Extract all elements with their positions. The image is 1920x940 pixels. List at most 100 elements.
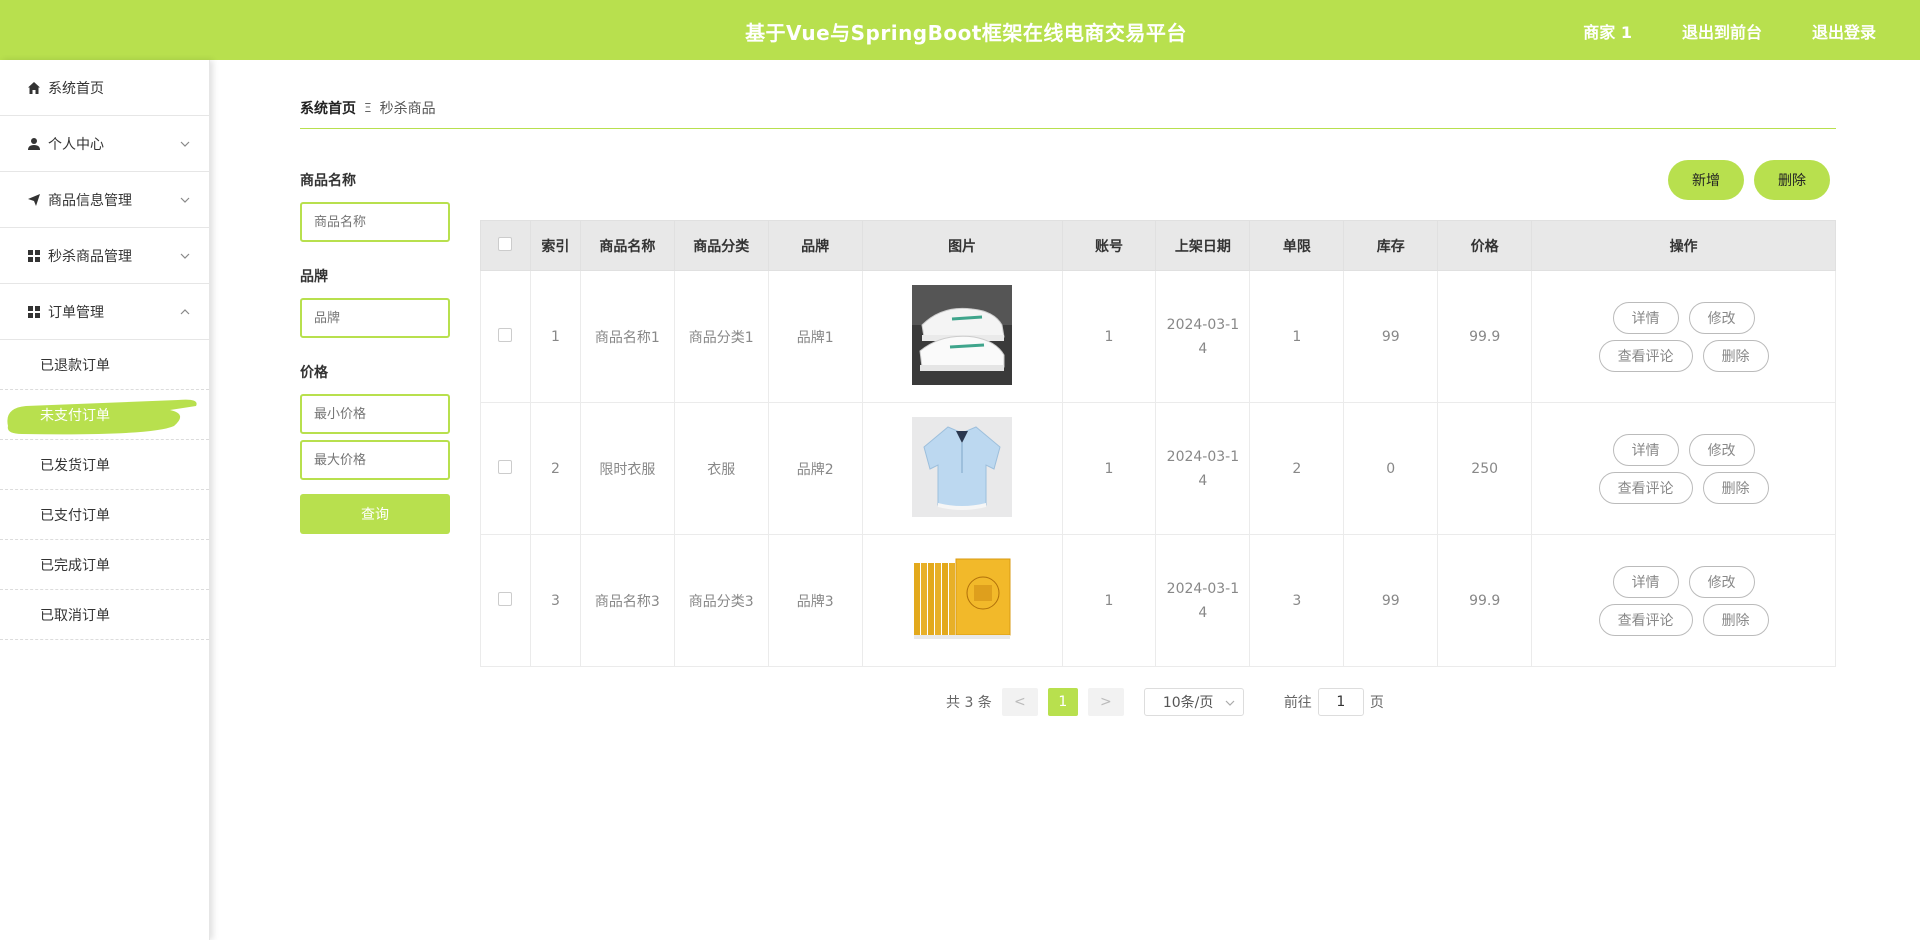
table-header-row: 索引 商品名称 商品分类 品牌 图片 账号 上架日期 单限 库存 价格 操作 <box>480 220 1836 271</box>
cell-account: 1 <box>1061 270 1157 403</box>
product-name-input[interactable] <box>300 202 450 242</box>
breadcrumb-home[interactable]: 系统首页 <box>300 98 356 118</box>
grid-icon <box>26 248 42 264</box>
select-all-checkbox[interactable] <box>498 236 513 251</box>
cell-account: 1 <box>1061 534 1157 667</box>
date-text: 2024-03-14 <box>1166 580 1240 621</box>
cell-date: 2024-03-14 <box>1155 270 1251 403</box>
brand-input[interactable] <box>300 298 450 338</box>
column-header: 品牌 <box>767 220 863 271</box>
sidebar-item-label: 订单管理 <box>48 304 104 321</box>
row-delete-button[interactable]: 删除 <box>1702 339 1769 372</box>
cell-limit: 1 <box>1249 270 1345 403</box>
sidebar-subitem-paid-orders[interactable]: 已支付订单 <box>0 490 209 540</box>
column-header: 商品名称 <box>579 220 675 271</box>
column-header: 单限 <box>1249 220 1345 271</box>
edit-button[interactable]: 修改 <box>1688 433 1755 466</box>
cell-name: 商品名称3 <box>579 534 675 667</box>
cell-index: 2 <box>529 402 581 535</box>
sidebar-subitem-label: 已支付订单 <box>40 507 110 524</box>
cell-price: 99.9 <box>1437 270 1533 403</box>
books-image[interactable] <box>912 548 1013 649</box>
goto-page-input[interactable]: 1 <box>1317 688 1364 716</box>
user-icon <box>26 136 42 152</box>
column-header: 操作 <box>1531 220 1836 271</box>
logout-link[interactable]: 退出登录 <box>1812 19 1876 43</box>
cell-ops: 详情 修改 查看评论 删除 <box>1531 534 1836 667</box>
detail-button[interactable]: 详情 <box>1612 301 1679 334</box>
cell-name: 限时衣服 <box>579 402 675 535</box>
detail-button[interactable]: 详情 <box>1612 565 1679 598</box>
cell-date: 2024-03-14 <box>1155 402 1251 535</box>
min-price-input[interactable] <box>300 394 450 434</box>
cell-index: 1 <box>529 270 581 403</box>
sidebar-item-flash-sale-management[interactable]: 秒杀商品管理 <box>0 228 209 284</box>
sidebar-item-product-management[interactable]: 商品信息管理 <box>0 172 209 228</box>
detail-button[interactable]: 详情 <box>1612 433 1679 466</box>
next-page-button[interactable]: > <box>1087 688 1124 716</box>
delete-button[interactable]: 删除 <box>1754 160 1830 200</box>
column-header: 价格 <box>1437 220 1533 271</box>
sidebar-subitem-cancelled-orders[interactable]: 已取消订单 <box>0 590 209 640</box>
cell-price: 99.9 <box>1437 534 1533 667</box>
page-unit-label: 页 <box>1369 695 1384 711</box>
merchant-user-link[interactable]: 商家 1 <box>1583 19 1632 43</box>
price-label: 价格 <box>300 365 328 381</box>
sidebar-item-label: 系统首页 <box>48 80 104 97</box>
cell-stock: 99 <box>1343 270 1439 403</box>
row-delete-button[interactable]: 删除 <box>1702 603 1769 636</box>
goto-label: 前往 <box>1283 695 1312 711</box>
back-to-frontend-link[interactable]: 退出到前台 <box>1682 19 1762 43</box>
page-number-current[interactable]: 1 <box>1047 688 1078 716</box>
cell-index: 3 <box>529 534 581 667</box>
sidebar-subitem-completed-orders[interactable]: 已完成订单 <box>0 540 209 590</box>
shirt-image[interactable] <box>912 416 1013 517</box>
cell-image <box>861 402 1063 535</box>
view-comments-button[interactable]: 查看评论 <box>1598 339 1693 372</box>
cell-brand: 品牌1 <box>767 270 863 403</box>
brand-label: 品牌 <box>300 269 328 285</box>
page-size-select[interactable]: 10条/页 <box>1143 688 1244 716</box>
view-comments-button[interactable]: 查看评论 <box>1598 471 1693 504</box>
home-icon <box>26 80 42 96</box>
sidebar-item-order-management[interactable]: 订单管理 <box>0 284 209 340</box>
query-button[interactable]: 查询 <box>300 494 450 534</box>
cell-account: 1 <box>1061 402 1157 535</box>
page-size-value: 10条/页 <box>1162 695 1214 711</box>
grid-icon <box>26 304 42 320</box>
view-comments-button[interactable]: 查看评论 <box>1598 603 1693 636</box>
cell-brand: 品牌2 <box>767 402 863 535</box>
date-text: 2024-03-14 <box>1166 316 1240 357</box>
chevron-up-icon <box>180 309 190 315</box>
sidebar-subitem-label: 已完成订单 <box>40 557 110 574</box>
row-checkbox[interactable] <box>498 459 513 474</box>
cell-category: 商品分类3 <box>673 534 769 667</box>
cell-limit: 2 <box>1249 402 1345 535</box>
sidebar-item-personal-center[interactable]: 个人中心 <box>0 116 209 172</box>
max-price-input[interactable] <box>300 440 450 480</box>
edit-button[interactable]: 修改 <box>1688 565 1755 598</box>
cell-date: 2024-03-14 <box>1155 534 1251 667</box>
edit-button[interactable]: 修改 <box>1688 301 1755 334</box>
chevron-down-icon <box>180 141 190 147</box>
cell-stock: 99 <box>1343 534 1439 667</box>
add-button[interactable]: 新增 <box>1668 160 1744 200</box>
prev-page-button[interactable]: < <box>1001 688 1038 716</box>
product-name-label: 商品名称 <box>300 173 356 189</box>
row-delete-button[interactable]: 删除 <box>1702 471 1769 504</box>
sidebar-subitem-refunded-orders[interactable]: 已退款订单 <box>0 340 209 390</box>
sidebar-item-label: 商品信息管理 <box>48 192 132 209</box>
row-checkbox[interactable] <box>498 591 513 606</box>
sneaker-image[interactable] <box>912 284 1013 385</box>
sidebar-item-label: 秒杀商品管理 <box>48 248 132 265</box>
sidebar-subitem-unpaid-orders[interactable]: 未支付订单 <box>0 390 209 440</box>
cell-category: 商品分类1 <box>673 270 769 403</box>
sidebar-item-home[interactable]: 系统首页 <box>0 60 209 116</box>
sidebar-subitem-label: 已发货订单 <box>40 457 110 474</box>
cell-category: 衣服 <box>673 402 769 535</box>
row-checkbox[interactable] <box>498 327 513 342</box>
breadcrumb: 系统首页 Ξ 秒杀商品 <box>300 98 436 118</box>
cell-image <box>861 534 1063 667</box>
sidebar-subitem-shipped-orders[interactable]: 已发货订单 <box>0 440 209 490</box>
column-header: 商品分类 <box>673 220 769 271</box>
